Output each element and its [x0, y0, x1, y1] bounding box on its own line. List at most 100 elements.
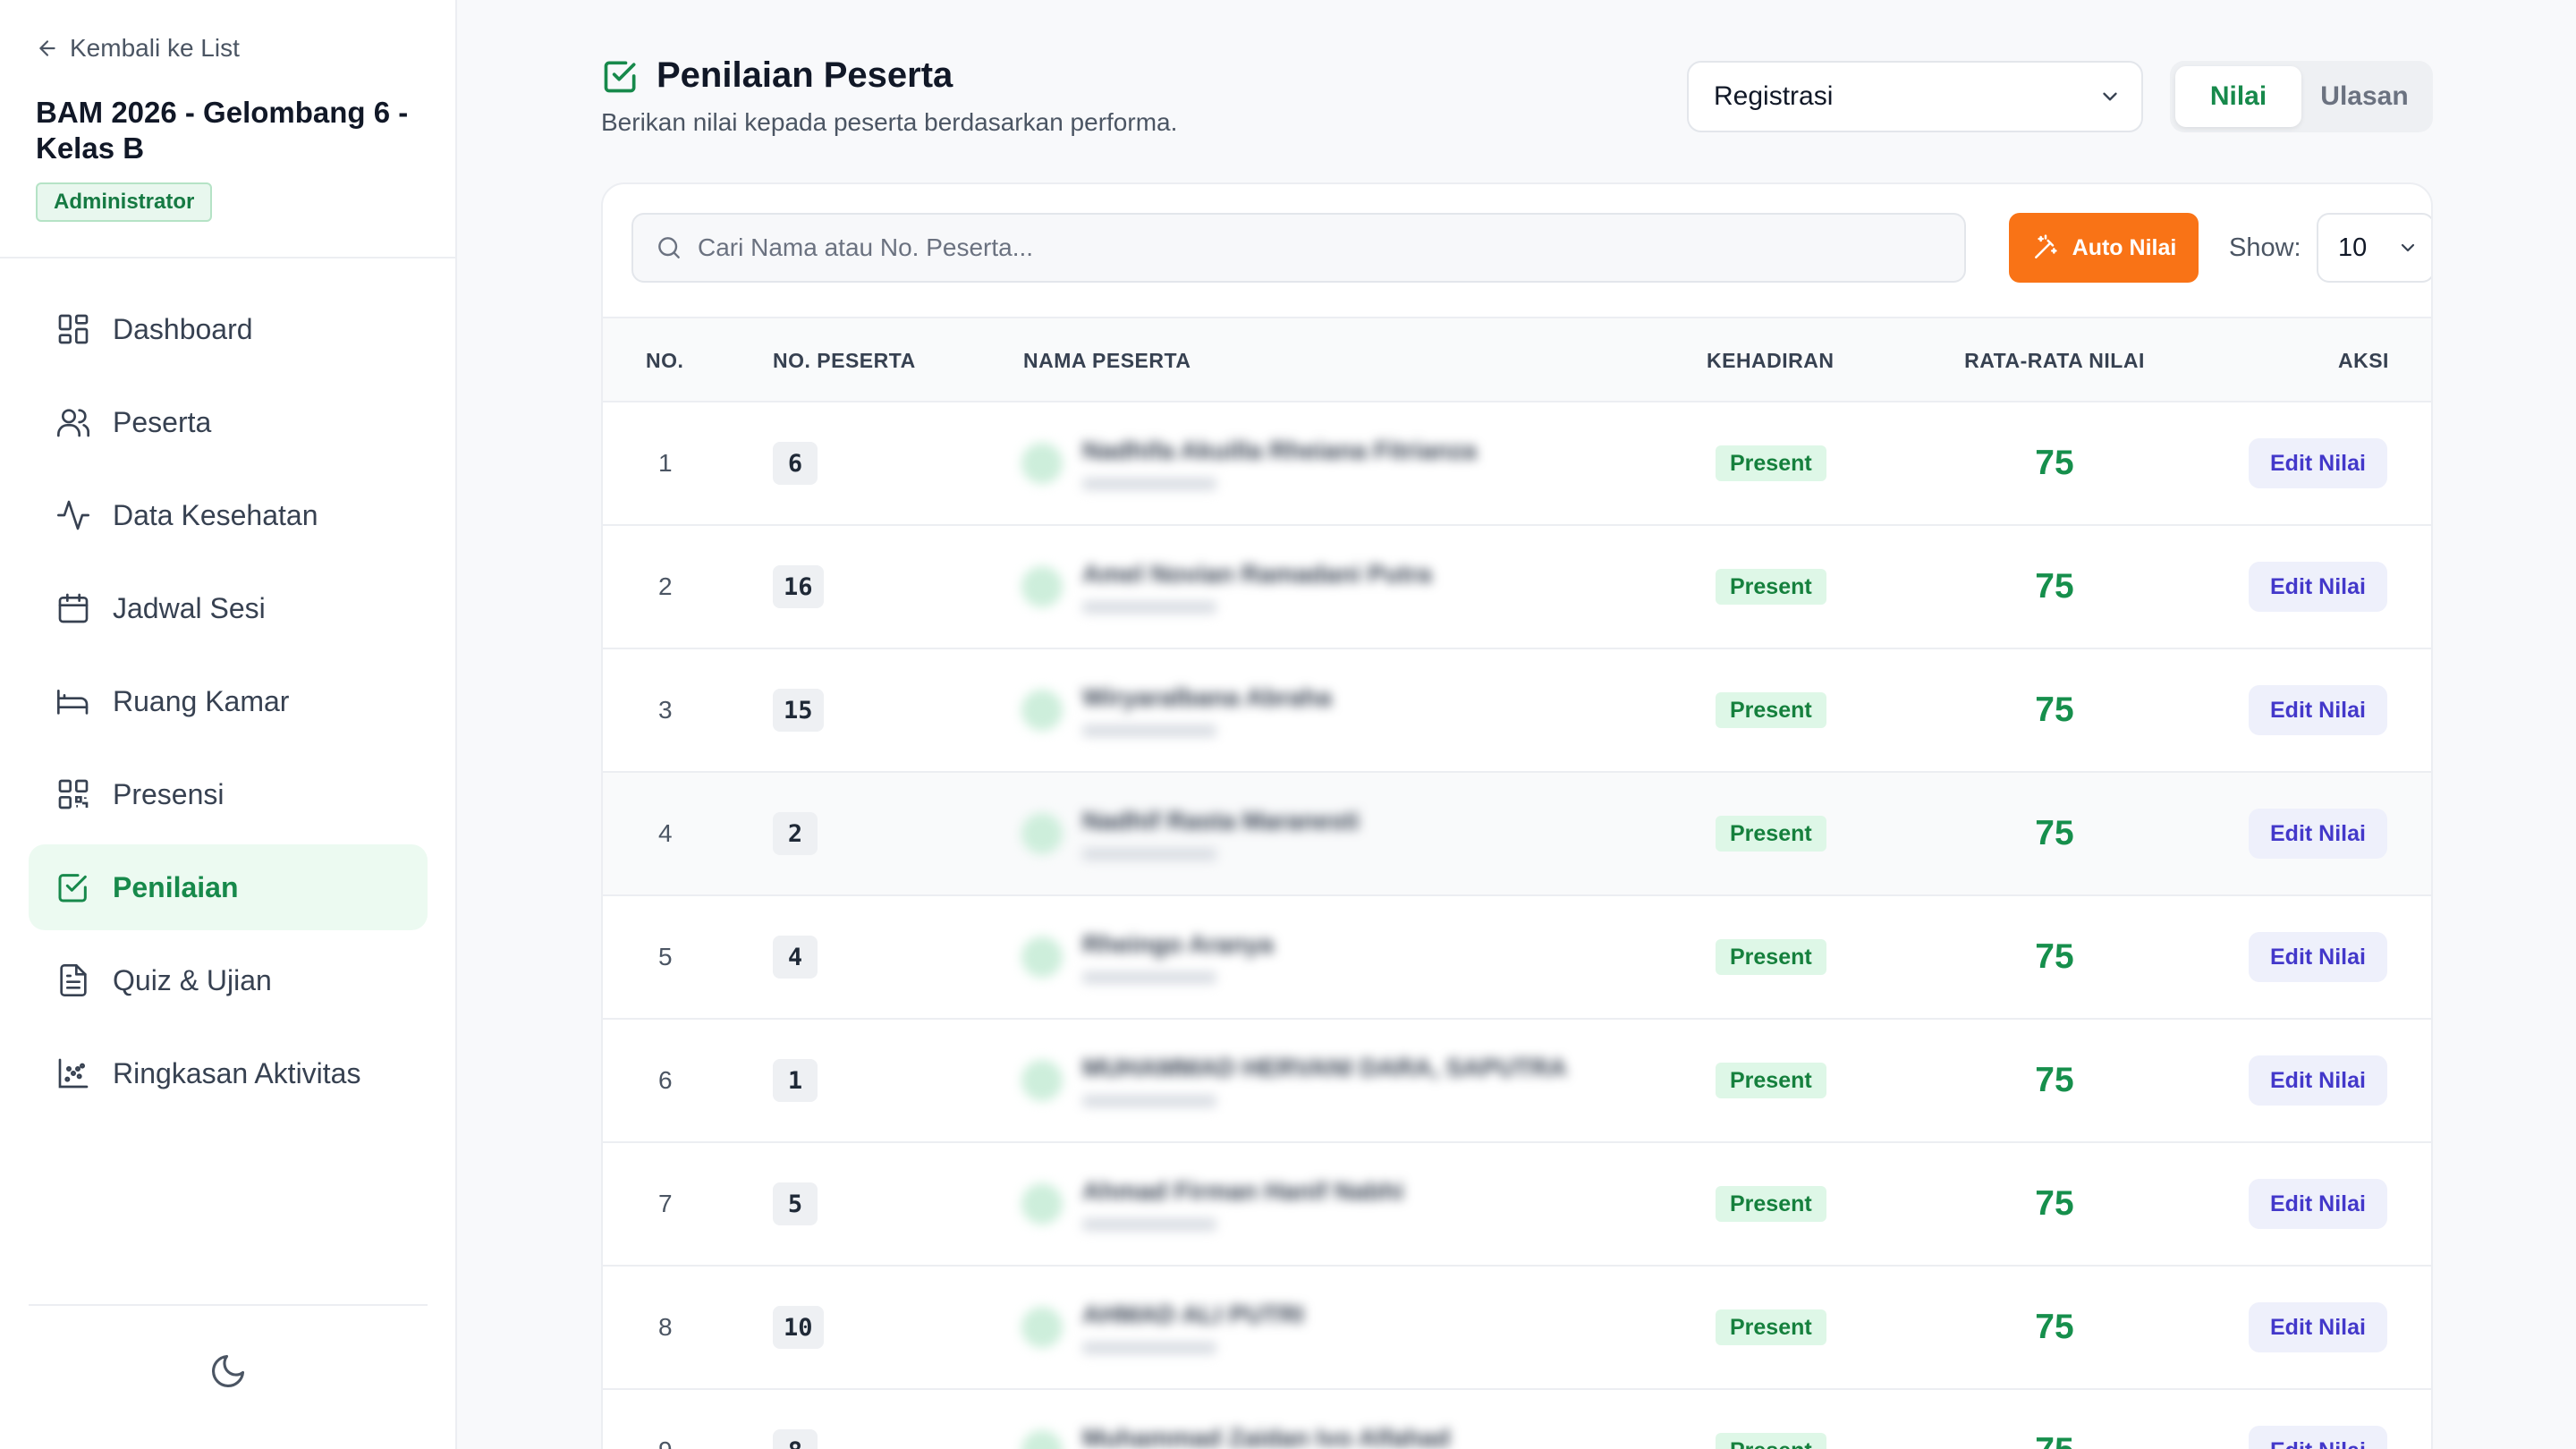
sidebar-item-ringkasan-aktivitas[interactable]: Ringkasan Aktivitas	[29, 1030, 428, 1116]
participant-number-cell: 6	[773, 402, 818, 524]
page-header: Penilaian Peserta Berikan nilai kepada p…	[601, 55, 1177, 137]
participant-name: Nadhif Rasta Maranesti	[1082, 807, 1360, 835]
back-to-list-link[interactable]: Kembali ke List	[36, 34, 240, 63]
participant-name: Amel Novian Ramadani Putra	[1082, 560, 1432, 588]
attendance-cell: Present	[1716, 1267, 1826, 1388]
sidebar-item-label: Quiz & Ujian	[113, 963, 272, 996]
average-score: 75	[2035, 567, 2074, 606]
tab-nilai[interactable]: Nilai	[2175, 66, 2301, 127]
participant-number-cell: 4	[773, 896, 818, 1018]
avatar	[1021, 690, 1063, 731]
participant-number-cell: 5	[773, 1143, 818, 1265]
role-badge: Administrator	[36, 182, 213, 222]
page-size-select[interactable]: 10	[2317, 213, 2431, 283]
participant-name-block: AHMAD ALI PUTRI	[1082, 1301, 1304, 1354]
participant-name: Wiryaralbana Abraha	[1082, 683, 1332, 711]
attendance-cell: Present	[1716, 773, 1826, 894]
sidebar-item-quiz-ujian[interactable]: Quiz & Ujian	[29, 937, 428, 1023]
participant-name-block: Ahmad Firman Hanif Nabhi	[1082, 1177, 1403, 1231]
status-badge: Present	[1716, 445, 1826, 481]
dashboard-icon	[55, 311, 91, 347]
participant-name-cell: Nadhifa Akuilla Rheiana Fitrianza	[1021, 402, 1477, 524]
participant-number-cell: 16	[773, 526, 824, 648]
participant-number-cell: 15	[773, 649, 824, 771]
sidebar-item-label: Jadwal Sesi	[113, 591, 266, 624]
edit-nilai-button[interactable]: Edit Nilai	[2249, 1302, 2387, 1352]
sidebar-item-jadwal-sesi[interactable]: Jadwal Sesi	[29, 565, 428, 651]
avatar	[1021, 813, 1063, 854]
sidebar-item-dashboard[interactable]: Dashboard	[29, 286, 428, 372]
avatar	[1021, 443, 1063, 484]
participant-subtext-placeholder	[1082, 601, 1216, 614]
participant-name: Nadhifa Akuilla Rheiana Fitrianza	[1082, 436, 1477, 464]
participant-name-cell: Ahmad Firman Hanif Nabhi	[1021, 1143, 1403, 1265]
action-cell: Edit Nilai	[2249, 1143, 2387, 1265]
participant-number-badge: 6	[773, 442, 818, 485]
attendance-cell: Present	[1716, 649, 1826, 771]
tab-ulasan[interactable]: Ulasan	[2301, 66, 2428, 127]
column-header-kehadiran: KEHADIRAN	[1707, 348, 1835, 372]
participant-name-block: Nadhifa Akuilla Rheiana Fitrianza	[1082, 436, 1477, 490]
calendar-icon	[55, 590, 91, 626]
participant-subtext-placeholder	[1082, 1342, 1216, 1354]
sidebar-item-presensi[interactable]: Presensi	[29, 751, 428, 837]
edit-nilai-button[interactable]: Edit Nilai	[2249, 685, 2387, 735]
action-cell: Edit Nilai	[2249, 1390, 2387, 1449]
sidebar-item-label: Ringkasan Aktivitas	[113, 1056, 361, 1089]
view-tabs: Nilai Ulasan	[2170, 61, 2433, 132]
status-badge: Present	[1716, 1433, 1826, 1449]
edit-nilai-button[interactable]: Edit Nilai	[2249, 438, 2387, 488]
table-row: 7 5 Ahmad Firman Hanif Nabhi Present 75 Edit …	[603, 1143, 2431, 1267]
participant-number-badge: 1	[773, 1059, 818, 1102]
participant-subtext-placeholder	[1082, 971, 1216, 984]
participant-name: Rheingo Aranya	[1082, 930, 1274, 958]
sidebar-item-data-kesehatan[interactable]: Data Kesehatan	[29, 472, 428, 558]
sidebar-item-peserta[interactable]: Peserta	[29, 379, 428, 465]
column-header-rata-rata-nilai: RATA-RATA NILAI	[1964, 348, 2145, 372]
auto-nilai-button[interactable]: Auto Nilai	[2009, 213, 2199, 283]
attendance-cell: Present	[1716, 1143, 1826, 1265]
edit-nilai-button[interactable]: Edit Nilai	[2249, 1055, 2387, 1106]
edit-nilai-button[interactable]: Edit Nilai	[2249, 1179, 2387, 1229]
sidebar-divider	[29, 1304, 428, 1306]
search-input[interactable]	[698, 233, 1932, 262]
table-toolbar: Auto Nilai Show: 10	[631, 213, 2431, 283]
grades-card: Auto Nilai Show: 10 NO. NO. PESERTA NAMA…	[601, 182, 2433, 1449]
page-title: Penilaian Peserta	[601, 55, 1177, 96]
sidebar-item-penilaian[interactable]: Penilaian	[29, 844, 428, 930]
theme-toggle-button[interactable]	[206, 1349, 250, 1394]
participant-name-cell: AHMAD ALI PUTRI	[1021, 1267, 1304, 1388]
participant-number-badge: 16	[773, 565, 824, 608]
status-badge: Present	[1716, 1186, 1826, 1222]
chevron-down-icon	[2098, 85, 2122, 108]
participant-name: AHMAD ALI PUTRI	[1082, 1301, 1304, 1328]
participant-name-cell: Nadhif Rasta Maranesti	[1021, 773, 1360, 894]
row-number: 3	[658, 696, 673, 724]
participant-name-block: Nadhif Rasta Maranesti	[1082, 807, 1360, 860]
participant-subtext-placeholder	[1082, 1218, 1216, 1231]
pulse-icon	[55, 497, 91, 533]
attendance-cell: Present	[1716, 1020, 1826, 1141]
scatter-chart-icon	[55, 1055, 91, 1091]
participant-number-badge: 5	[773, 1182, 818, 1225]
participant-number-badge: 2	[773, 812, 818, 855]
table-header: NO. NO. PESERTA NAMA PESERTA KEHADIRAN R…	[603, 317, 2431, 402]
sidebar-nav: Dashboard Peserta Data Kesehatan Jadwal …	[29, 286, 428, 1123]
row-number: 6	[658, 1066, 673, 1094]
participant-name-cell: Rheingo Aranya	[1021, 896, 1274, 1018]
edit-nilai-button[interactable]: Edit Nilai	[2249, 809, 2387, 859]
participant-number-badge: 8	[773, 1429, 818, 1449]
participant-name-block: Rheingo Aranya	[1082, 930, 1274, 984]
stage-select[interactable]: Registrasi	[1687, 61, 2143, 132]
participant-number-cell: 2	[773, 773, 818, 894]
edit-nilai-button[interactable]: Edit Nilai	[2249, 932, 2387, 982]
back-to-list-label: Kembali ke List	[70, 34, 240, 62]
magic-wand-icon	[2031, 233, 2060, 262]
sidebar-item-label: Penilaian	[113, 870, 239, 903]
event-title: BAM 2026 - Gelombang 6 - Kelas B	[36, 96, 409, 165]
edit-nilai-button[interactable]: Edit Nilai	[2249, 1426, 2387, 1449]
edit-nilai-button[interactable]: Edit Nilai	[2249, 562, 2387, 612]
sidebar-item-ruang-kamar[interactable]: Ruang Kamar	[29, 658, 428, 744]
column-header-no-peserta: NO. PESERTA	[773, 348, 916, 372]
moon-icon	[208, 1352, 248, 1391]
